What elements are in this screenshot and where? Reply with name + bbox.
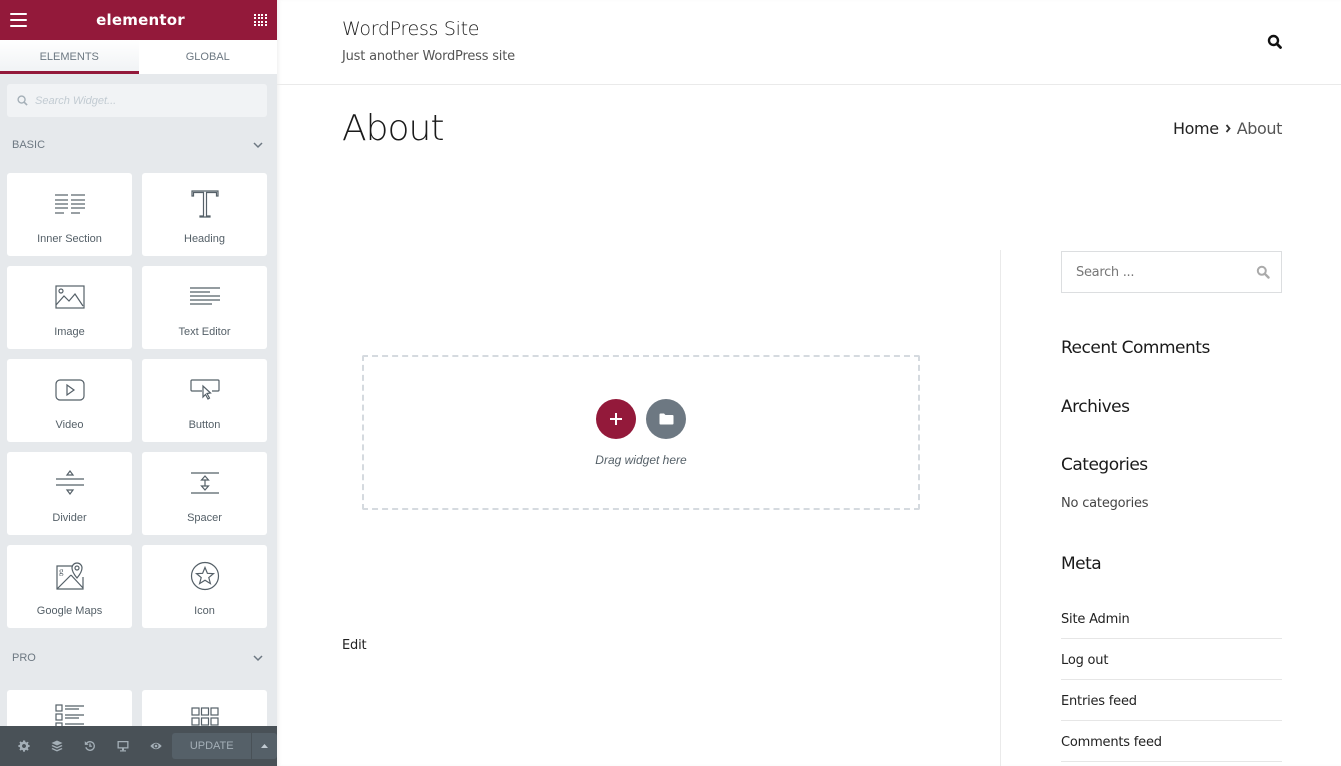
panel-header: elementor [0, 0, 277, 40]
category-pro-header[interactable]: Pro [0, 628, 277, 688]
meta-link-comments-feed[interactable]: Comments feed [1061, 721, 1282, 762]
recent-comments-title: Recent Comments [1061, 338, 1210, 358]
preview-eye-icon[interactable] [140, 740, 173, 752]
sidebar-divider [1000, 250, 1001, 766]
widget-inner-section[interactable]: Inner Section [7, 173, 132, 256]
breadcrumb-current: About [1236, 119, 1283, 138]
widget-icon[interactable]: Icon [142, 545, 267, 628]
text-editor-icon [189, 279, 220, 315]
widget-button[interactable]: Button [142, 359, 267, 442]
widget-sidebar: Recent Comments Archives Categories No c… [1061, 251, 1282, 762]
tab-elements[interactable]: Elements [0, 40, 139, 74]
widget-video[interactable]: Video [7, 359, 132, 442]
site-title[interactable]: WordPress Site [342, 18, 479, 40]
heading-icon [190, 186, 219, 222]
widget-divider[interactable]: Divider [7, 452, 132, 535]
page-preview: WordPress Site Just another WordPress si… [277, 0, 1341, 766]
meta-link-log-out[interactable]: Log out [1061, 639, 1282, 680]
widget-search-input[interactable] [35, 94, 245, 107]
meta-links: Site Admin Log out Entries feed Comments… [1061, 598, 1282, 762]
widget-label: Text Editor [178, 326, 231, 338]
elementor-logo: elementor [96, 11, 185, 29]
widget-label: Google Maps [36, 605, 103, 617]
image-icon [54, 279, 85, 315]
video-icon [54, 372, 85, 408]
settings-icon[interactable] [8, 740, 41, 752]
caret-up-icon [261, 744, 269, 748]
dropzone-buttons [596, 399, 686, 439]
update-button[interactable]: Update [172, 733, 253, 759]
site-header: WordPress Site Just another WordPress si… [277, 0, 1341, 85]
navigator-layers-icon[interactable] [41, 740, 74, 752]
chevron-down-icon [253, 654, 263, 661]
elementor-panel: elementor Elements Global Basic Inner Se… [0, 0, 277, 766]
meta-link-entries-feed[interactable]: Entries feed [1061, 680, 1282, 721]
category-basic-label: Basic [12, 139, 46, 151]
breadcrumb-home-link[interactable]: Home [1173, 119, 1219, 138]
widget-google-maps[interactable]: g Google Maps [7, 545, 132, 628]
widget-label: Video [55, 419, 84, 431]
save-options-button[interactable] [252, 733, 277, 759]
history-icon[interactable] [74, 740, 107, 752]
tab-global[interactable]: Global [139, 40, 278, 74]
update-button-group: Update [172, 733, 277, 759]
google-maps-icon: g [55, 558, 85, 594]
archives-title: Archives [1061, 397, 1130, 417]
plus-icon [610, 413, 622, 425]
category-pro-label: Pro [12, 652, 36, 664]
page-title: About [342, 108, 444, 149]
widget-image[interactable]: Image [7, 266, 132, 349]
sidebar-search-form [1061, 251, 1282, 293]
widgets-grid-icon[interactable] [254, 13, 267, 27]
folder-icon [659, 413, 673, 425]
widget-label: Inner Section [37, 233, 102, 245]
star-icon [190, 558, 220, 594]
chevron-down-icon [253, 141, 263, 148]
search-icon[interactable] [1267, 34, 1283, 50]
pro-widgets [0, 688, 277, 730]
categories-empty-text: No categories [1061, 496, 1149, 511]
spacer-icon [190, 465, 220, 501]
widget-heading[interactable]: Heading [142, 173, 267, 256]
widget-label: Button [188, 419, 221, 431]
widget-label: Image [54, 326, 85, 338]
widget-label: Icon [194, 605, 215, 617]
empty-section-dropzone[interactable]: Drag widget here [362, 355, 920, 510]
widget-portfolio[interactable] [142, 690, 267, 730]
responsive-mode-icon[interactable] [107, 740, 140, 752]
widget-spacer[interactable]: Spacer [142, 452, 267, 535]
add-template-button[interactable] [646, 399, 686, 439]
edit-post-link[interactable]: Edit [342, 638, 367, 653]
basic-widgets: Inner Section Heading Image Text Editor … [0, 173, 277, 628]
widget-posts[interactable] [7, 690, 132, 730]
meta-link-site-admin[interactable]: Site Admin [1061, 598, 1282, 639]
category-basic-header[interactable]: Basic [0, 117, 277, 173]
search-icon [17, 95, 28, 106]
button-icon [189, 372, 220, 408]
panel-footer: Update [0, 726, 277, 766]
inner-section-icon [54, 186, 85, 222]
widget-label: Spacer [187, 512, 222, 524]
search-icon[interactable] [1256, 265, 1270, 279]
widget-label: Heading [184, 233, 225, 245]
divider-icon [55, 465, 85, 501]
widget-search-box [7, 84, 267, 117]
meta-title: Meta [1061, 554, 1102, 574]
categories-title: Categories [1061, 455, 1148, 475]
widget-label: Divider [52, 512, 87, 524]
add-new-section-button[interactable] [596, 399, 636, 439]
panel-tabs: Elements Global [0, 40, 277, 74]
svg-text:g: g [59, 566, 64, 576]
dropzone-text: Drag widget here [595, 453, 687, 467]
breadcrumb: Home About [1173, 119, 1282, 138]
widget-text-editor[interactable]: Text Editor [142, 266, 267, 349]
sidebar-search-input[interactable] [1076, 264, 1246, 280]
chevron-right-icon [1225, 124, 1231, 133]
site-description: Just another WordPress site [342, 49, 515, 64]
menu-icon[interactable] [10, 13, 27, 27]
